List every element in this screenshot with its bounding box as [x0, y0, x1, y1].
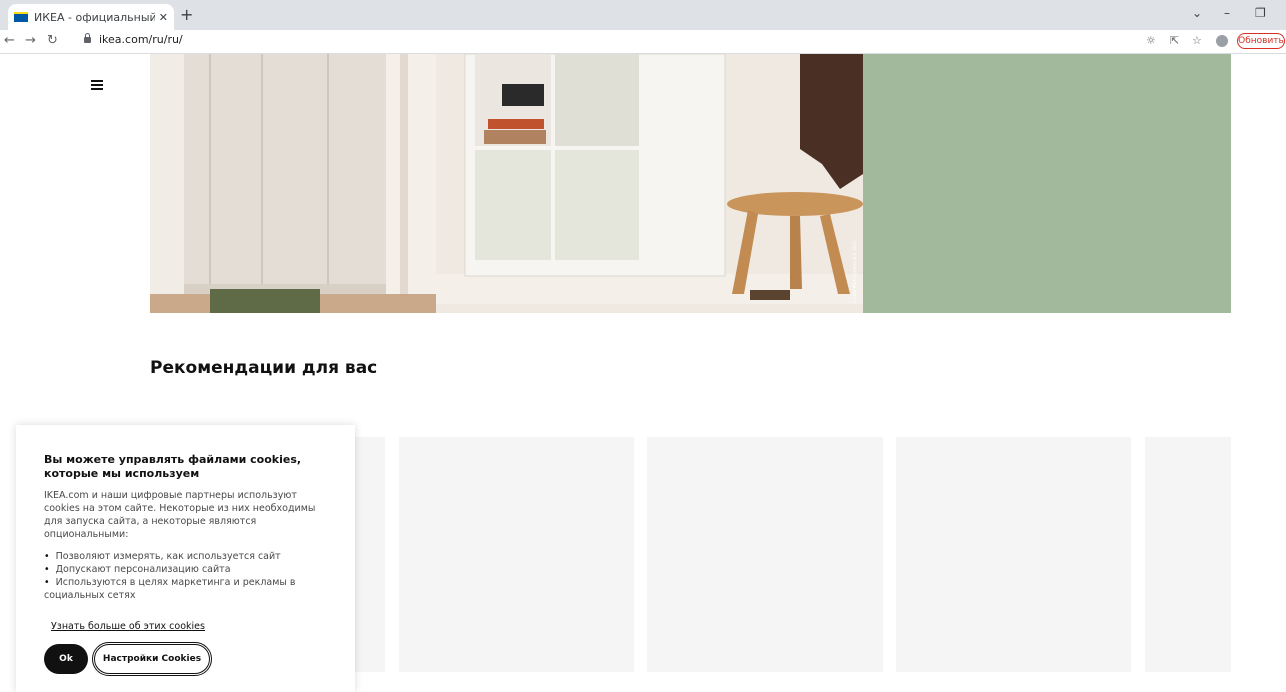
address-bar[interactable]: ikea.com/ru/ru/: [84, 32, 183, 46]
ok-button[interactable]: Ok: [44, 644, 88, 674]
update-button[interactable]: Обновить: [1237, 33, 1285, 49]
star-icon[interactable]: ☆: [1192, 34, 1202, 47]
ikea-favicon-icon: [14, 12, 28, 22]
list-item: Используются в целях маркетинга и реклам…: [44, 576, 327, 602]
tab-title: ИКЕА - официальный интернет: [34, 10, 155, 24]
cookie-banner: Вы можете управлять файлами cookies, кот…: [16, 425, 355, 692]
hero-color-panel: [863, 54, 1231, 313]
recommendation-card[interactable]: [1145, 437, 1231, 672]
list-item: Допускают персонализацию сайта: [44, 563, 327, 576]
tab-search-icon[interactable]: ⌄: [1192, 6, 1202, 20]
url-text: ikea.com/ru/ru/: [99, 33, 183, 46]
browser-tab-bar: ИКЕА - официальный интернет ✕ + ⌄ – ❐: [0, 0, 1286, 30]
section-title: Рекомендации для вас: [150, 358, 378, 378]
lock-icon: [84, 32, 91, 43]
browser-tab[interactable]: ИКЕА - официальный интернет ✕: [8, 4, 174, 30]
minimize-icon[interactable]: –: [1224, 6, 1230, 20]
tab-close-icon[interactable]: ✕: [159, 11, 168, 24]
recommendation-card[interactable]: [399, 437, 634, 672]
browser-toolbar: ← → ↻ ikea.com/ru/ru/ ☼ ⇱ ☆ Обновить: [0, 30, 1286, 54]
forward-icon[interactable]: →: [25, 33, 36, 48]
cookie-settings-button[interactable]: Настройки Cookies: [92, 642, 212, 676]
list-item: Позволяют измерять, как используется сай…: [44, 550, 327, 563]
share-icon[interactable]: ⇱: [1170, 34, 1179, 47]
cookie-title: Вы можете управлять файлами cookies, кот…: [44, 453, 302, 480]
back-icon[interactable]: ←: [4, 33, 15, 48]
reload-icon[interactable]: ↻: [47, 33, 58, 48]
hero-credit: © Inter IKEA Systems B.V. 2023: [852, 240, 857, 304]
menu-hamburger-icon[interactable]: [91, 80, 103, 90]
restore-icon[interactable]: ❐: [1255, 6, 1266, 20]
learn-more-link[interactable]: Узнать больше об этих cookies: [51, 621, 205, 632]
hero-illustration: © Inter IKEA Systems B.V. 2023: [150, 54, 863, 313]
cookie-actions: Ok Настройки Cookies: [44, 642, 212, 676]
recommendation-card[interactable]: [647, 437, 883, 672]
new-tab-button[interactable]: +: [180, 5, 193, 24]
profile-icon[interactable]: [1216, 35, 1228, 47]
hero-image[interactable]: © Inter IKEA Systems B.V. 2023: [150, 54, 863, 313]
cookie-purpose-list: Позволяют измерять, как используется сай…: [44, 550, 327, 602]
recommendation-card[interactable]: [896, 437, 1131, 672]
cookie-description: IKEA.com и наши цифровые партнеры исполь…: [44, 490, 316, 540]
eye-off-icon[interactable]: ☼: [1146, 34, 1156, 47]
